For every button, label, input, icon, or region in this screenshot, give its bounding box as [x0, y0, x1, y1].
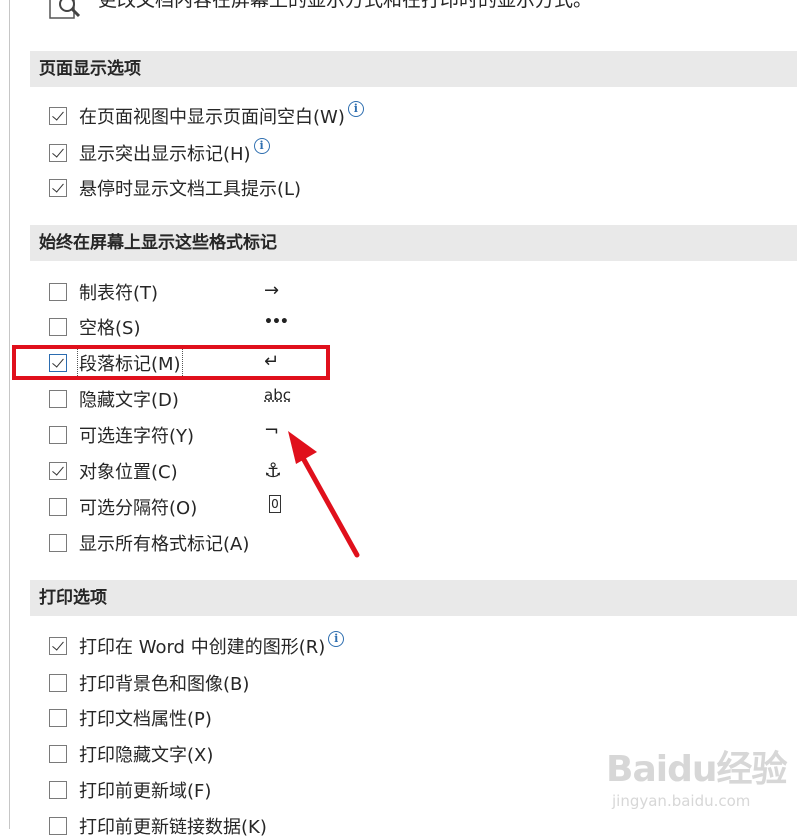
option-spaces[interactable]: 空格(S) [49, 315, 140, 339]
tab-characters-checkbox[interactable] [49, 283, 67, 301]
option-print-hidden-text[interactable]: 打印隐藏文字(X) [49, 742, 213, 766]
anchor-icon: ⚓ [264, 458, 282, 482]
spaces-checkbox[interactable] [49, 318, 67, 336]
option-label: 打印在 Word 中创建的图形(R) [79, 637, 326, 658]
option-optional-hyphens[interactable]: 可选连字符(Y) [49, 423, 194, 447]
option-label: 在页面视图中显示页面间空白(W) [79, 107, 345, 128]
option-tab-characters[interactable]: 制表符(T) [49, 280, 158, 304]
option-label: 可选连字符(Y) [79, 426, 195, 447]
option-print-drawings[interactable]: 打印在 Word 中创建的图形(R) i [49, 631, 345, 658]
print-hidden-text-checkbox[interactable] [49, 745, 67, 763]
option-label: 悬停时显示文档工具提示(L) [79, 179, 302, 200]
info-icon[interactable]: i [347, 101, 364, 117]
info-icon[interactable]: i [253, 138, 270, 154]
section-header-page-display: 页面显示选项 [30, 51, 797, 87]
option-label: 打印前更新域(F) [79, 781, 212, 802]
update-fields-checkbox[interactable] [49, 781, 67, 799]
option-print-background[interactable]: 打印背景色和图像(B) [49, 671, 249, 695]
option-label: 打印前更新链接数据(K) [79, 817, 267, 838]
option-label: 打印隐藏文字(X) [79, 745, 214, 766]
print-background-checkbox[interactable] [49, 674, 67, 692]
print-properties-checkbox[interactable] [49, 709, 67, 727]
hidden-text-icon: abc [264, 386, 291, 404]
info-icon[interactable]: i [328, 631, 345, 647]
watermark-url: jingyan.baidu.com [612, 792, 751, 810]
section-header-formatting-marks: 始终在屏幕上显示这些格式标记 [30, 225, 797, 261]
option-hidden-text[interactable]: 隐藏文字(D) [49, 387, 179, 411]
hidden-text-checkbox[interactable] [49, 390, 67, 408]
baidu-watermark: Baidu经验 jingyan.baidu.com [606, 740, 787, 810]
option-show-tooltips[interactable]: 悬停时显示文档工具提示(L) [49, 176, 301, 200]
update-links-checkbox[interactable] [49, 817, 67, 835]
option-label: 打印文档属性(P) [79, 709, 212, 730]
show-highlighter-checkbox[interactable] [49, 144, 67, 162]
option-label: 可选分隔符(O) [79, 498, 198, 519]
section-header-print: 打印选项 [30, 580, 797, 616]
option-optional-breaks[interactable]: 可选分隔符(O) [49, 495, 197, 519]
option-print-properties[interactable]: 打印文档属性(P) [49, 706, 212, 730]
show-all-marks-checkbox[interactable] [49, 534, 67, 552]
tab-arrow-icon: → [264, 280, 280, 301]
option-show-whitespace[interactable]: 在页面视图中显示页面间空白(W) i [49, 101, 364, 128]
optional-break-icon: 0 [269, 495, 281, 513]
option-label: 打印背景色和图像(B) [79, 674, 250, 695]
option-label: 制表符(T) [79, 283, 159, 304]
window-left-border [9, 0, 10, 829]
show-whitespace-checkbox[interactable] [49, 107, 67, 125]
show-tooltips-checkbox[interactable] [49, 179, 67, 197]
option-show-all-marks[interactable]: 显示所有格式标记(A) [49, 531, 249, 555]
display-magnifier-icon [49, 0, 81, 19]
option-label: 显示所有格式标记(A) [79, 534, 250, 555]
annotation-highlight-box [12, 345, 330, 380]
option-show-highlighter[interactable]: 显示突出显示标记(H) i [49, 138, 270, 165]
option-label: 隐藏文字(D) [79, 390, 179, 411]
watermark-brand: Baidu经验 [606, 749, 787, 790]
optional-breaks-checkbox[interactable] [49, 498, 67, 516]
display-description: 更改文档内容在屏幕上的显示方式和在打印时的显示方式。 [98, 0, 593, 11]
space-dots-icon: ••• [264, 314, 289, 330]
option-label: 对象位置(C) [79, 462, 178, 483]
option-label: 空格(S) [79, 318, 141, 339]
option-object-anchors[interactable]: 对象位置(C) [49, 459, 178, 483]
option-label: 显示突出显示标记(H) [79, 144, 251, 165]
option-update-fields[interactable]: 打印前更新域(F) [49, 778, 211, 802]
optional-hyphen-icon: ¬ [264, 420, 280, 441]
print-drawings-checkbox[interactable] [49, 637, 67, 655]
object-anchors-checkbox[interactable] [49, 462, 67, 480]
optional-hyphens-checkbox[interactable] [49, 426, 67, 444]
option-update-links[interactable]: 打印前更新链接数据(K) [49, 814, 267, 838]
